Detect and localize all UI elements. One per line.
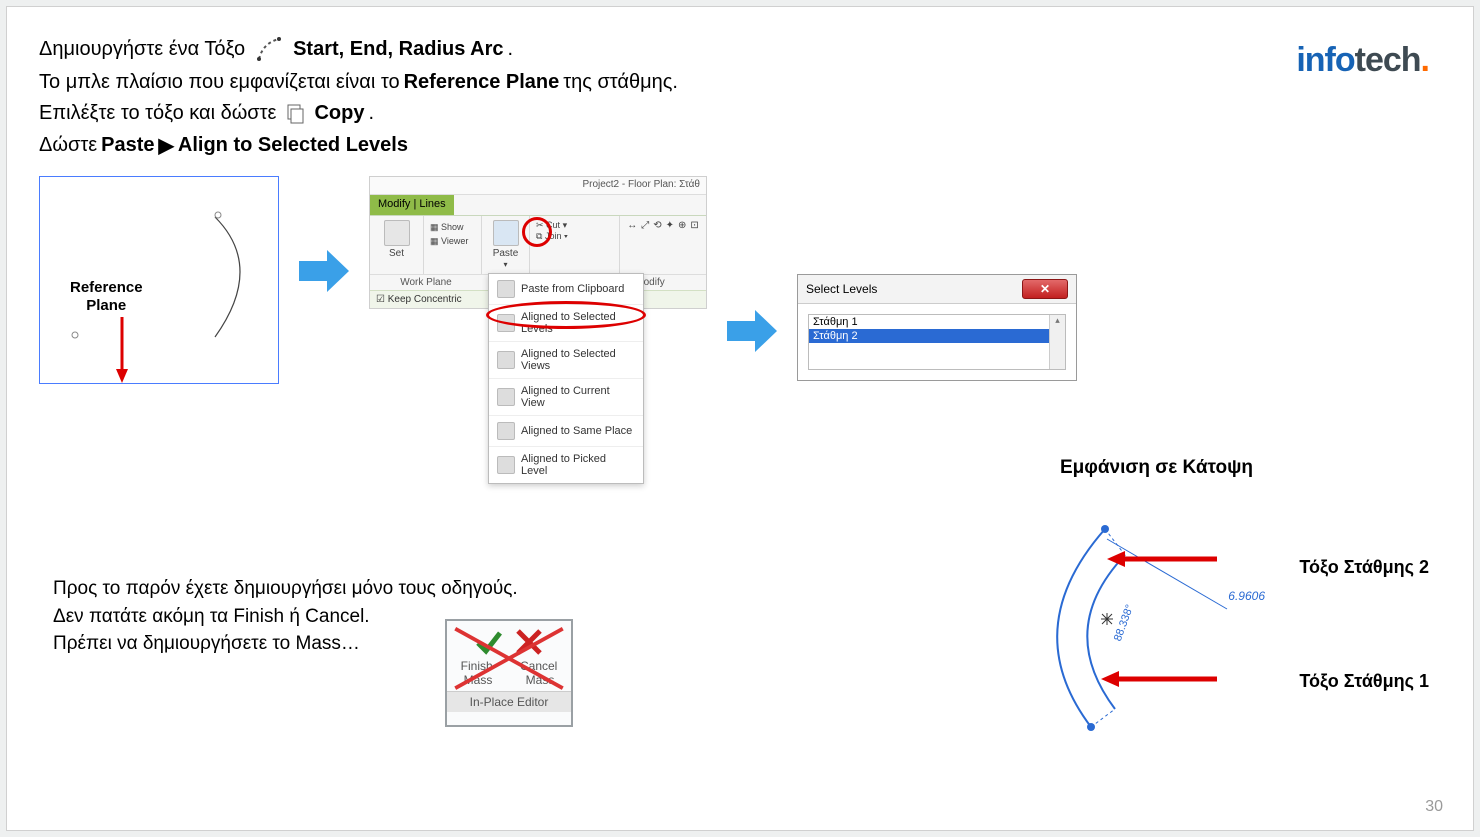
set-label: Set xyxy=(389,248,404,259)
l1c: . xyxy=(508,38,514,61)
para-line-1: Προς το παρόν έχετε δημιουργήσει μόνο το… xyxy=(53,575,518,603)
finish-label-2: Mass xyxy=(464,673,493,687)
red-ellipse-highlight xyxy=(486,301,646,329)
l1a: Δημιουργήστε ένα Τόξο xyxy=(39,38,245,61)
plan-view-drawing xyxy=(1007,499,1433,749)
paste-icon xyxy=(493,220,519,246)
cancel-label-1: Cancel xyxy=(520,659,557,673)
plan-label-arc1: Τόξο Στάθμης 1 xyxy=(1299,671,1429,692)
l2a: Το μπλε πλαίσιο που εμφανίζεται είναι το xyxy=(39,71,400,94)
text-line-2: Το μπλε πλαίσιο που εμφανίζεται είναι το… xyxy=(39,71,1441,94)
figure-finish-cancel: Finish Cancel Mass Mass In-Place Editor xyxy=(445,619,573,727)
figure-plan-view: Τόξο Στάθμης 2 Τόξο Στάθμης 1 6.9606 88.… xyxy=(1007,499,1433,749)
viewer-label: Viewer xyxy=(441,236,468,246)
scrollbar-icon xyxy=(1049,315,1065,369)
refplane-label: Reference Plane xyxy=(70,279,143,315)
l4b: Paste xyxy=(101,134,154,157)
menu-icon xyxy=(497,351,515,369)
dialog-titlebar: Select Levels ✕ xyxy=(798,275,1076,304)
text-line-1: Δημιουργήστε ένα Τόξο Start, End, Radius… xyxy=(39,35,1441,63)
page-number: 30 xyxy=(1425,798,1443,816)
figure-reference-plane: Reference Plane xyxy=(39,176,279,384)
copy-icon xyxy=(284,103,306,125)
l3b: Copy xyxy=(314,102,364,125)
menu-icon xyxy=(497,456,515,474)
set-icon xyxy=(384,220,410,246)
figure-ribbon: Project2 - Floor Plan: Στάθ Modify | Lin… xyxy=(369,176,707,309)
arrow-right-2 xyxy=(727,306,777,361)
plan-label-arc2: Τόξο Στάθμης 2 xyxy=(1299,557,1429,578)
menu-aligned-views: Aligned to Selected Views xyxy=(489,341,643,378)
dialog-title: Select Levels xyxy=(806,282,877,296)
level-item-1: Στάθμη 1 xyxy=(809,315,1065,329)
l2c: της στάθμης. xyxy=(563,71,678,94)
ribbon-title: Project2 - Floor Plan: Στάθ xyxy=(370,177,706,195)
x-icon xyxy=(514,627,544,657)
cancel-label-2: Mass xyxy=(526,673,555,687)
plan-dimension-length: 6.9606 xyxy=(1228,589,1265,603)
l3c: . xyxy=(368,102,374,125)
l3a: Επιλέξτε το τόξο και δώστε xyxy=(39,102,276,125)
dialog-level-list: Στάθμη 1 Στάθμη 2 xyxy=(808,314,1066,370)
logo: infotech. xyxy=(1296,41,1429,80)
menu-paste-clipboard: Paste from Clipboard xyxy=(489,274,643,304)
inplace-editor-label: In-Place Editor xyxy=(447,691,571,712)
menu-icon xyxy=(497,388,515,406)
show-label: Show xyxy=(441,222,464,232)
check-icon xyxy=(474,627,504,657)
l2b: Reference Plane xyxy=(404,71,560,94)
figure-row: Reference Plane Project2 - Floor Plan: Σ… xyxy=(39,176,1441,384)
menu-aligned-current: Aligned to Current View xyxy=(489,378,643,415)
arrow-right-1 xyxy=(299,246,349,301)
red-arrow-1 xyxy=(1107,551,1217,567)
logo-dot: . xyxy=(1421,41,1429,79)
logo-part1: info xyxy=(1296,41,1354,79)
red-circle-highlight xyxy=(522,217,552,247)
arc-icon xyxy=(255,35,283,63)
logo-part2: tech xyxy=(1355,41,1421,79)
finish-label-1: Finish xyxy=(461,659,493,673)
menu-icon xyxy=(497,280,515,298)
ribbon-tab: Modify | Lines xyxy=(370,195,454,215)
l1b: Start, End, Radius Arc xyxy=(293,38,503,61)
text-line-4: Δώστε Paste▶Align to Selected Levels xyxy=(39,133,1441,158)
workplane-label: Work Plane xyxy=(370,275,482,290)
l4a: Δώστε xyxy=(39,134,97,157)
paste-label: Paste xyxy=(493,248,519,259)
l4c: ▶ xyxy=(159,133,174,158)
close-button-icon: ✕ xyxy=(1022,279,1068,299)
text-line-3: Επιλέξτε το τόξο και δώστε Copy. xyxy=(39,102,1441,125)
figure-select-levels-dialog: Select Levels ✕ Στάθμη 1 Στάθμη 2 xyxy=(797,274,1077,381)
menu-icon xyxy=(497,422,515,440)
menu-aligned-same: Aligned to Same Place xyxy=(489,415,643,446)
slide: infotech. Δημιουργήστε ένα Τόξο Start, E… xyxy=(6,6,1474,831)
red-arrow-2 xyxy=(1101,671,1217,687)
menu-aligned-picked: Aligned to Picked Level xyxy=(489,446,643,483)
level-item-2-selected: Στάθμη 2 xyxy=(809,329,1065,343)
l4d: Align to Selected Levels xyxy=(178,134,408,157)
plan-view-title: Εμφάνιση σε Κάτοψη xyxy=(1060,457,1253,479)
